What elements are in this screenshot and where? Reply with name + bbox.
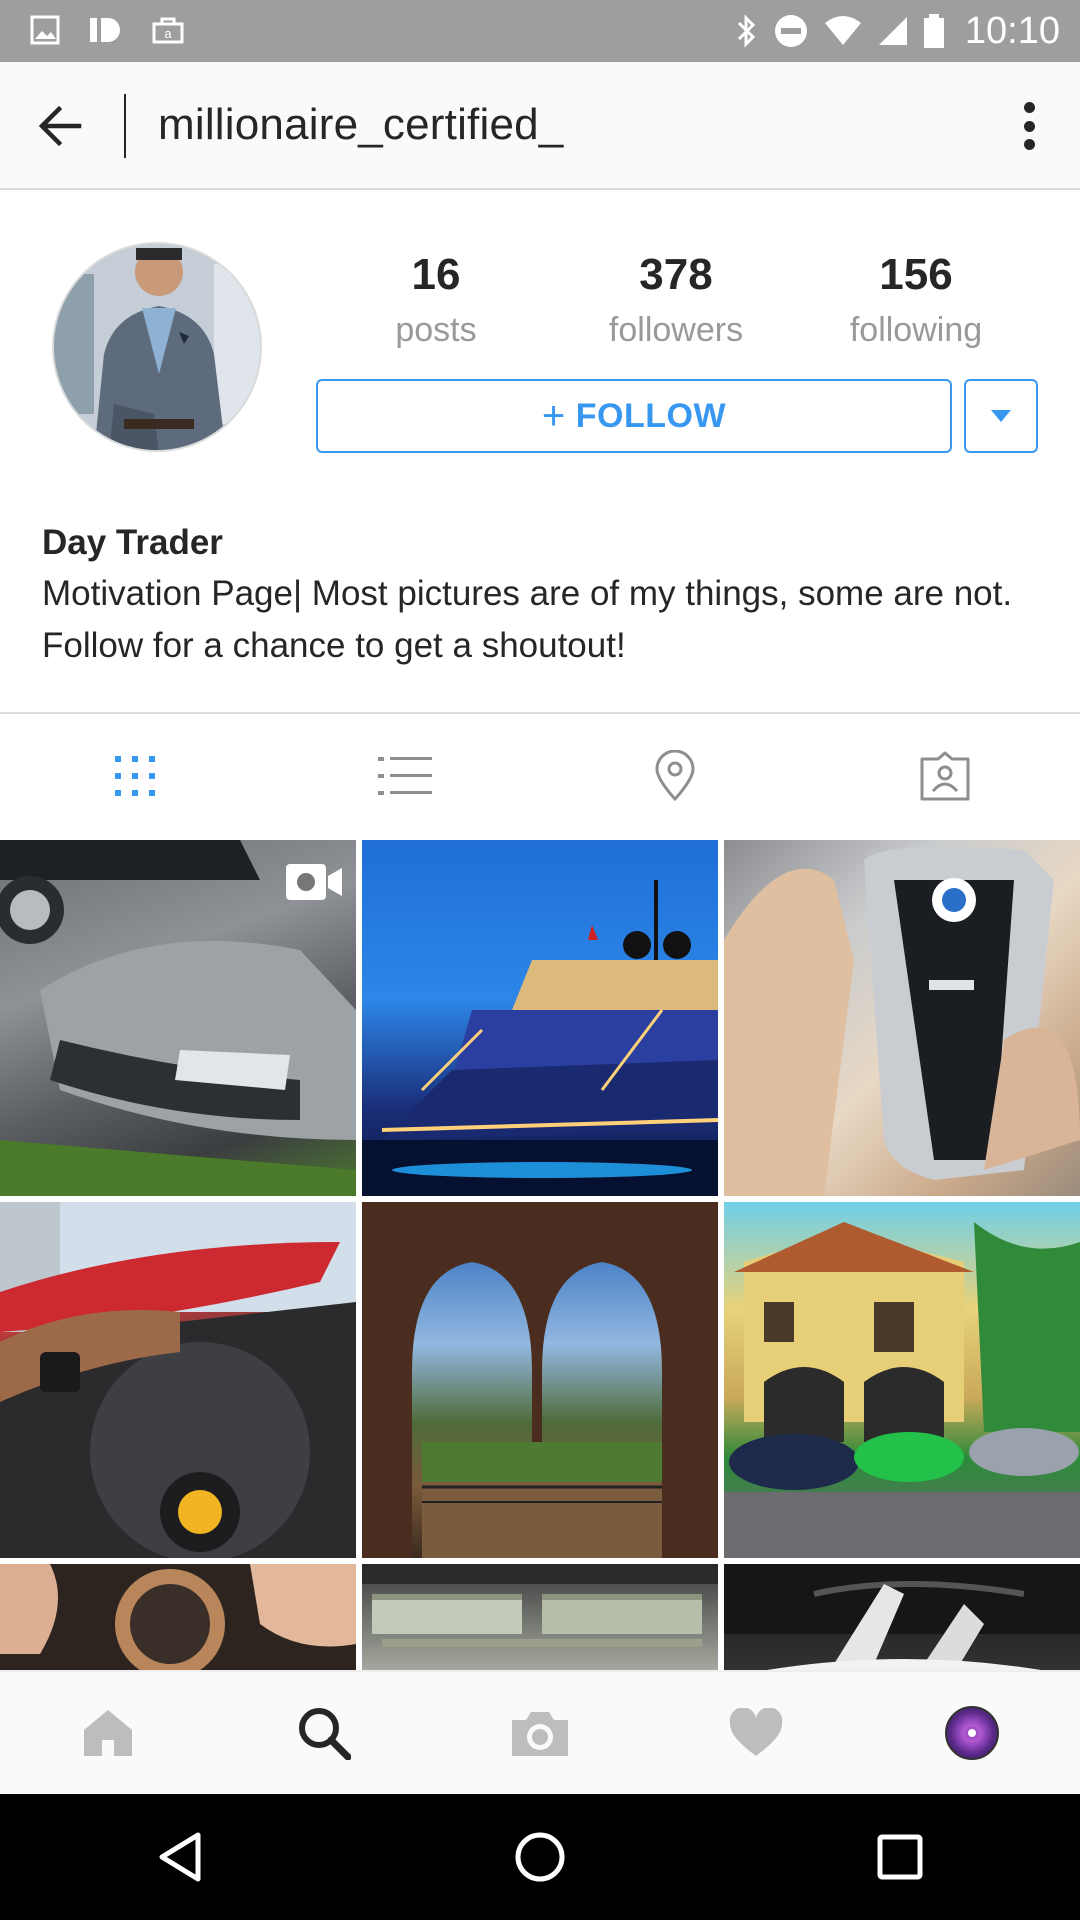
recents-square-icon: [877, 1834, 923, 1880]
post-thumbnail[interactable]: [724, 840, 1080, 1196]
post-thumbnail[interactable]: [0, 1564, 356, 1670]
post-thumbnail[interactable]: [724, 1202, 1080, 1558]
post-thumbnail[interactable]: [362, 840, 718, 1196]
back-button[interactable]: [34, 100, 86, 152]
camera-icon: [512, 1712, 568, 1756]
suggested-accounts-dropdown-button[interactable]: [964, 379, 1038, 453]
profile-bio: Day Trader Motivation Page| Most picture…: [42, 518, 1042, 672]
heart-icon: [729, 1708, 783, 1756]
stat-value: 378: [639, 250, 713, 299]
system-navigation-bar: [0, 1794, 1080, 1920]
plus-icon: +: [541, 394, 566, 438]
status-right-icons: 10:10: [735, 8, 1060, 54]
id-icon: [88, 15, 122, 45]
tagged-icon: [920, 751, 970, 801]
home-circle-icon: [515, 1832, 565, 1882]
battery-icon: [923, 13, 945, 49]
video-icon: [286, 864, 342, 900]
profile-photo: [54, 244, 260, 450]
nav-activity[interactable]: [648, 1672, 864, 1794]
wifi-icon: [823, 15, 863, 47]
status-time: 10:10: [964, 9, 1060, 52]
profile-username: millionaire_certified_: [158, 100, 564, 149]
post-grid: [0, 840, 1080, 1670]
nav-camera[interactable]: [432, 1672, 648, 1794]
svg-text:a: a: [164, 26, 172, 41]
stat-value: 16: [411, 250, 461, 299]
system-recents-button[interactable]: [720, 1794, 1080, 1920]
nav-search[interactable]: [216, 1672, 432, 1794]
profile-avatar: [945, 1706, 999, 1760]
stat-value: 156: [879, 250, 953, 299]
profile-avatar[interactable]: [52, 242, 262, 452]
bottom-navigation: [0, 1670, 1080, 1794]
stat-posts[interactable]: 16 posts: [316, 246, 556, 356]
post-thumbnail[interactable]: [0, 840, 356, 1196]
profile-app-bar: millionaire_certified_: [0, 62, 1080, 190]
arrow-left-icon: [38, 105, 82, 147]
search-icon: [299, 1708, 351, 1760]
back-triangle-icon: [159, 1832, 201, 1882]
tab-tagged[interactable]: [810, 714, 1080, 838]
tab-list[interactable]: [270, 714, 540, 838]
signal-icon: [877, 15, 909, 47]
stat-label: posts: [395, 311, 477, 349]
caret-down-icon: [991, 410, 1011, 422]
status-left-icons: a: [30, 14, 186, 46]
system-home-button[interactable]: [360, 1794, 720, 1920]
stat-label: following: [849, 311, 983, 349]
follow-label: FOLLOW: [575, 396, 727, 435]
system-back-button[interactable]: [0, 1794, 360, 1920]
amazon-icon: a: [150, 14, 186, 46]
profile-view-tabs: [0, 714, 1080, 838]
image-icon: [30, 15, 60, 45]
stat-label: followers: [608, 311, 744, 349]
stat-following[interactable]: 156 following: [796, 246, 1036, 356]
status-bar: a 10:10: [0, 0, 1080, 62]
post-thumbnail[interactable]: [362, 1564, 718, 1670]
profile-bio-text: Motivation Page| Most pictures are of my…: [42, 574, 1013, 665]
nav-profile[interactable]: [864, 1672, 1080, 1794]
tab-grid[interactable]: [0, 714, 270, 838]
more-vertical-icon: [1023, 102, 1035, 113]
grid-icon: [115, 756, 155, 796]
nav-home[interactable]: [0, 1672, 216, 1794]
home-icon: [84, 1710, 132, 1756]
post-thumbnail[interactable]: [362, 1202, 718, 1558]
list-icon: [378, 757, 432, 795]
more-options-button[interactable]: [1014, 98, 1044, 154]
post-thumbnail[interactable]: [724, 1564, 1080, 1670]
stat-followers[interactable]: 378 followers: [556, 246, 796, 356]
profile-display-name: Day Trader: [42, 523, 223, 562]
profile-stats: 16 posts 378 followers 156 following: [316, 246, 1036, 356]
app-bar-divider: [124, 94, 126, 158]
bluetooth-icon: [735, 13, 759, 49]
tab-map[interactable]: [540, 714, 810, 838]
post-thumbnail[interactable]: [0, 1202, 356, 1558]
do-not-disturb-icon: [773, 13, 809, 49]
follow-button[interactable]: + FOLLOW: [316, 379, 952, 453]
location-icon: [655, 750, 695, 802]
